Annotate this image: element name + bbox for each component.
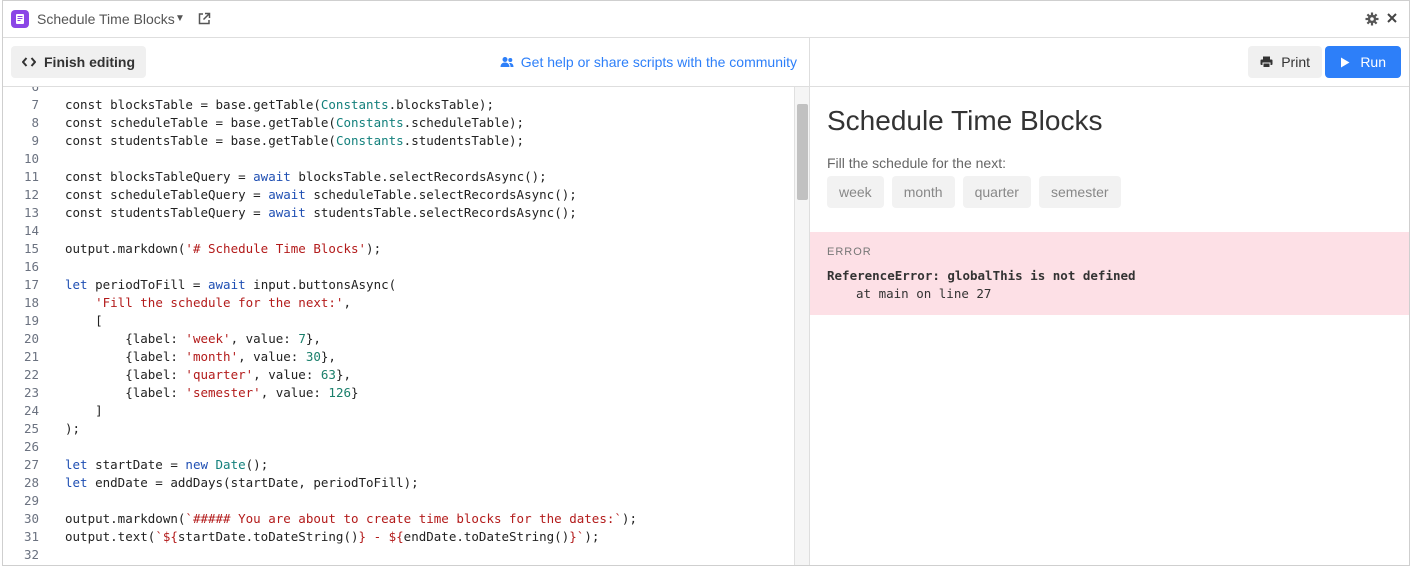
finish-editing-button[interactable]: Finish editing (11, 46, 146, 78)
line-number: 12 (23, 187, 39, 202)
code-text: {label: 'month', value: 30}, (65, 349, 336, 364)
line-number: 23 (23, 385, 39, 400)
line-number: 10 (23, 151, 39, 166)
run-label: Run (1360, 54, 1386, 70)
choice-quarter-button[interactable]: quarter (962, 176, 1031, 208)
line-number: 15 (23, 241, 39, 256)
line-number: 25 (23, 421, 39, 436)
code-text: {label: 'week', value: 7}, (65, 331, 321, 346)
line-number: 32 (23, 547, 39, 562)
line-number: 16 (23, 259, 39, 274)
code-text: let endDate = addDays(startDate, periodT… (65, 475, 419, 490)
scrollbar-thumb[interactable] (797, 104, 808, 200)
error-trace: at main on line 27 (856, 286, 992, 301)
line-number: 20 (23, 331, 39, 346)
line-number: 26 (23, 439, 39, 454)
code-icon (22, 57, 36, 67)
line-number: 19 (23, 313, 39, 328)
line-number: 29 (23, 493, 39, 508)
users-icon (500, 57, 514, 67)
close-icon[interactable] (1385, 11, 1399, 25)
finish-editing-label: Finish editing (44, 54, 135, 70)
line-number: 13 (23, 205, 39, 220)
code-text: output.markdown(`##### You are about to … (65, 511, 637, 526)
print-label: Print (1281, 54, 1310, 70)
code-text: 'Fill the schedule for the next:', (95, 295, 351, 310)
code-text: {label: 'semester', value: 126} (65, 385, 359, 400)
community-help-link[interactable]: Get help or share scripts with the commu… (500, 54, 797, 70)
output-pane: Print Run Schedule Time Blocks Fill the … (810, 38, 1409, 565)
line-number: 30 (23, 511, 39, 526)
code-scrollbar[interactable] (794, 87, 809, 565)
line-number: 17 (23, 277, 39, 292)
line-number: 7 (31, 97, 39, 112)
code-text: const scheduleTable = base.getTable(Cons… (65, 115, 525, 130)
line-number: 9 (31, 133, 39, 148)
error-message: ReferenceError: globalThis is not define… (827, 268, 1136, 283)
editor-toolbar: Finish editing Get help or share scripts… (3, 38, 809, 87)
code-text: let startDate = new Date(); (65, 457, 269, 472)
line-number: 21 (23, 349, 39, 364)
window-title[interactable]: Schedule Time Blocks (37, 11, 175, 27)
line-number: 31 (23, 529, 39, 544)
output-title: Schedule Time Blocks (827, 105, 1103, 136)
choice-month-button[interactable]: month (891, 176, 955, 208)
title-bar: Schedule Time Blocks ▼ (3, 1, 1409, 38)
code-text: ] (65, 403, 103, 418)
code-editor[interactable]: 67 const blocksTable = base.getTable(Cons… (3, 87, 795, 565)
line-number: 8 (31, 115, 39, 130)
error-label: ERROR (827, 246, 872, 258)
code-text: let periodToFill = await input.buttonsAs… (65, 277, 397, 292)
code-text: output.text(`${startDate.toDateString()}… (65, 529, 600, 544)
choice-semester-button[interactable]: semester (1038, 176, 1121, 208)
choice-week-button[interactable]: week (827, 176, 884, 208)
code-text: ); (65, 421, 81, 436)
code-text: [ (65, 313, 103, 328)
output-toolbar: Print Run (810, 38, 1409, 87)
line-number: 11 (23, 169, 39, 184)
code-text: const studentsTableQuery = await student… (65, 205, 577, 220)
run-button[interactable]: Run (1325, 46, 1401, 78)
code-text: const blocksTableQuery = await blocksTab… (65, 169, 547, 184)
code-text: const studentsTable = base.getTable(Cons… (65, 133, 525, 148)
code-editor-pane: Finish editing Get help or share scripts… (3, 38, 810, 565)
choice-buttons: week month quarter semester (827, 176, 1129, 208)
printer-icon (1260, 56, 1273, 68)
print-button[interactable]: Print (1248, 46, 1322, 78)
code-text: output.markdown('# Schedule Time Blocks'… (65, 241, 382, 256)
line-number: 18 (23, 295, 39, 310)
gear-icon[interactable] (1365, 12, 1379, 26)
line-number: 14 (23, 223, 39, 238)
code-text: const scheduleTableQuery = await schedul… (65, 187, 577, 202)
line-number: 6 (3, 87, 39, 96)
line-number: 22 (23, 367, 39, 382)
code-text: const blocksTable = base.getTable(Consta… (65, 97, 494, 112)
play-icon (1341, 57, 1350, 67)
scripting-window: Schedule Time Blocks ▼ Finish editing Ge… (2, 0, 1410, 566)
buttons-prompt: Fill the schedule for the next: (827, 155, 1006, 171)
chevron-down-icon[interactable]: ▼ (175, 13, 185, 24)
line-number: 28 (23, 475, 39, 490)
code-text: {label: 'quarter', value: 63}, (65, 367, 352, 382)
open-external-icon[interactable] (197, 12, 211, 26)
community-help-label: Get help or share scripts with the commu… (520, 54, 797, 70)
scripting-app-icon (11, 10, 29, 28)
line-number: 27 (23, 457, 39, 472)
line-number: 24 (23, 403, 39, 418)
error-panel: ERROR ReferenceError: globalThis is not … (810, 232, 1409, 315)
